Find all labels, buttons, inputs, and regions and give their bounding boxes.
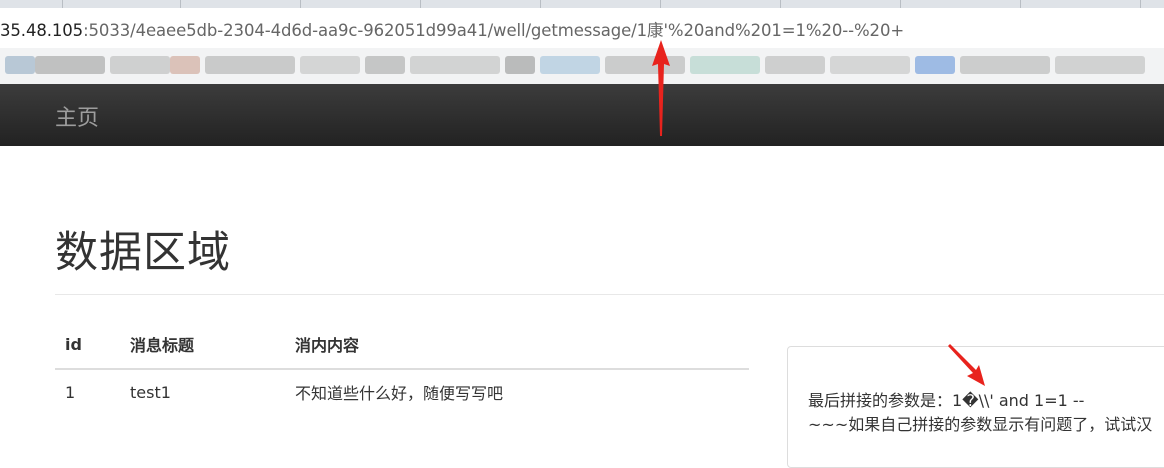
- title-divider: [55, 294, 1164, 295]
- column-header-content: 消内内容: [285, 320, 749, 370]
- tab-divider: [660, 0, 661, 8]
- blurred-bookmark: [690, 56, 760, 74]
- blurred-bookmark: [5, 56, 35, 74]
- blurred-bookmark: [365, 56, 405, 74]
- url-text[interactable]: 35.48.105:5033/4eaee5db-2304-4d6d-aa9c-9…: [0, 17, 904, 41]
- panel-line-final-parameter: 最后拼接的参数是：1�\\' and 1=1 --: [808, 391, 1085, 410]
- messages-table: id 消息标题 消内内容 1 test1 不知道些什么好，随便写写吧: [55, 320, 749, 414]
- blurred-bookmark: [1055, 56, 1145, 74]
- tab-divider: [300, 0, 301, 8]
- cell-id: 1: [65, 382, 76, 402]
- tab-divider: [1140, 0, 1141, 8]
- blurred-bookmark: [110, 56, 170, 74]
- blurred-bookmark: [915, 56, 955, 74]
- address-bar[interactable]: 35.48.105:5033/4eaee5db-2304-4d6d-aa9c-9…: [0, 8, 1164, 48]
- blurred-bookmark: [505, 56, 535, 74]
- cell-content: 不知道些什么好，随便写写吧: [295, 384, 504, 403]
- blurred-bookmark: [35, 56, 105, 74]
- table-row: 1 test1 不知道些什么好，随便写写吧: [55, 369, 749, 414]
- panel-line-hint: ~~~如果自己拼接的参数显示有问题了，试试汉: [808, 415, 1153, 434]
- tab-divider: [780, 0, 781, 8]
- nav-home-link[interactable]: 主页: [55, 100, 99, 132]
- column-header-id: id: [55, 320, 120, 370]
- cell-title: test1: [130, 382, 171, 402]
- tab-divider: [62, 0, 63, 8]
- bookmarks-bar-blurred: [0, 48, 1164, 85]
- blurred-bookmark: [300, 56, 360, 74]
- tab-divider: [540, 0, 541, 8]
- blurred-bookmark: [170, 56, 200, 74]
- blurred-bookmark: [205, 56, 295, 74]
- column-header-title: 消息标题: [120, 320, 285, 370]
- tab-divider: [1020, 0, 1021, 8]
- parameter-info-panel: 最后拼接的参数是：1�\\' and 1=1 -- ~~~如果自己拼接的参数显示…: [787, 346, 1164, 468]
- site-navbar: 主页: [0, 84, 1164, 146]
- tab-divider: [420, 0, 421, 8]
- blurred-bookmark: [410, 56, 500, 74]
- blurred-bookmark: [765, 56, 825, 74]
- blurred-bookmark: [605, 56, 685, 74]
- table-header-row: id 消息标题 消内内容: [55, 320, 749, 370]
- blurred-bookmark: [830, 56, 910, 74]
- page-title: 数据区域: [55, 228, 231, 278]
- tab-divider: [900, 0, 901, 8]
- url-path: :5033/4eaee5db-2304-4d6d-aa9c-962051d99a…: [83, 21, 905, 40]
- url-host: 35.48.105: [0, 21, 84, 40]
- blurred-bookmark: [540, 56, 600, 74]
- blurred-bookmark: [960, 56, 1050, 74]
- tab-divider: [180, 0, 181, 8]
